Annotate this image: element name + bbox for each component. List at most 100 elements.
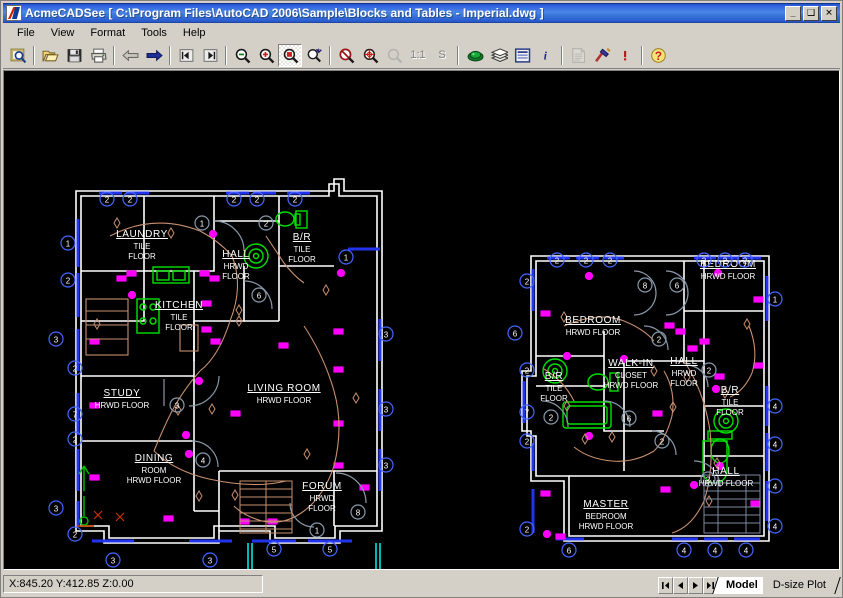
menu-item-help[interactable]: Help — [175, 25, 214, 41]
door-tag: 6 — [669, 277, 685, 293]
alert-icon[interactable] — [614, 44, 638, 67]
scale-s-button: S — [430, 44, 454, 67]
close-button[interactable]: ✕ — [821, 5, 837, 21]
window-tag: 4 — [767, 398, 783, 414]
toolbar-separator — [33, 45, 35, 65]
window-controls: _ ❑ ✕ — [785, 5, 838, 21]
door-tag-number: 6 — [257, 291, 262, 300]
window-tag: 3 — [105, 552, 121, 568]
room-name-label: FORUM — [302, 481, 342, 492]
minimize-button[interactable]: _ — [785, 5, 801, 21]
toolbar-separator — [329, 45, 331, 65]
room-name-label: LIVING ROOM — [247, 383, 320, 394]
room-sub-label: ROOM — [142, 466, 167, 475]
browse-preview-icon-glyph — [10, 48, 26, 63]
room-sub-label: FLOOR — [222, 272, 250, 281]
layers-icon[interactable] — [486, 44, 510, 67]
window-tag-number: 3 — [384, 330, 389, 339]
drawing-viewport[interactable]: LAUNDRY TILE FLOOR HALL HRWD FLOOR B/R TILE FLOO… — [3, 70, 840, 570]
tab-model[interactable]: Model — [712, 576, 773, 594]
door-tag: 8 — [350, 504, 366, 520]
door-tag: 2 — [543, 409, 559, 425]
window-tag-number: 4 — [713, 546, 718, 555]
layout-icon[interactable] — [510, 44, 534, 67]
window-tag-number: 1 — [66, 239, 71, 248]
help-icon-glyph: ? — [650, 47, 666, 62]
room-sub-label: FLOOR — [128, 252, 156, 261]
first-tab-button[interactable] — [658, 576, 674, 594]
save-icon[interactable] — [62, 44, 86, 67]
next-tab-button[interactable] — [688, 576, 704, 594]
room-name-label: STUDY — [104, 388, 141, 399]
door-tag-number: 6 — [627, 414, 632, 423]
room-name-label: WALK-IN — [608, 358, 654, 369]
measure-tool-icon[interactable] — [590, 44, 614, 67]
window-tag: 4 — [767, 518, 783, 534]
room-name-label: B/R — [721, 385, 739, 396]
window-tag-number: 5 — [328, 545, 333, 554]
cursor-coordinates: X:845.20 Y:412.85 Z:0.00 — [3, 575, 263, 593]
window-tag: 6 — [561, 542, 577, 558]
zoom-extents-icon[interactable] — [358, 44, 382, 67]
zoom-window-icon[interactable] — [278, 43, 302, 67]
window-tag: 2 — [519, 362, 535, 378]
plan-annotations — [93, 510, 125, 522]
window-tag-number: 2 — [73, 364, 78, 373]
room-sub-label: TILE — [171, 313, 188, 322]
scale-s-button-label: S — [438, 49, 446, 61]
forward-arrow-icon[interactable] — [142, 44, 166, 67]
door-tag: 6 — [251, 287, 267, 303]
close-glyph: ✕ — [825, 7, 833, 18]
zoom-window-icon-glyph — [283, 48, 298, 63]
room-sub-label: HRWD FLOOR — [257, 396, 312, 405]
window-tag-number: 2 — [608, 256, 613, 265]
window-tag: 5 — [322, 541, 338, 557]
window-tag: 2 — [578, 252, 594, 268]
window-tag-number: 2 — [525, 437, 530, 446]
window-tag-number: 3 — [384, 461, 389, 470]
render-icon[interactable] — [462, 44, 486, 67]
menu-item-format[interactable]: Format — [82, 25, 133, 41]
print-icon[interactable] — [86, 44, 110, 67]
door-tag-number: 1 — [315, 526, 320, 535]
room-name-label: DINING — [135, 453, 174, 464]
window-tag: 2 — [67, 431, 83, 447]
zoom-in-icon[interactable] — [254, 44, 278, 67]
maximize-button[interactable]: ❑ — [803, 5, 819, 21]
browse-preview-icon[interactable] — [6, 44, 30, 67]
window-tag-number: 4 — [744, 546, 749, 555]
window-tag: 1 — [338, 249, 354, 265]
window-tag-number: 2 — [723, 256, 728, 265]
back-arrow-icon[interactable] — [118, 44, 142, 67]
room-sub-label: TILE — [134, 242, 151, 251]
room-sub-label: FLOOR — [308, 504, 336, 513]
menu-item-file[interactable]: File — [9, 25, 43, 41]
help-icon[interactable]: ? — [646, 44, 670, 67]
tab-d-size-plot[interactable]: D-size Plot — [762, 576, 841, 594]
previous-drawing-icon[interactable] — [174, 44, 198, 67]
zoom-previous-icon[interactable] — [334, 44, 358, 67]
room-sub-label: HRWD — [672, 369, 697, 378]
cad-drawing-canvas[interactable]: LAUNDRY TILE FLOOR HALL HRWD FLOOR B/R TILE FLOO… — [4, 71, 839, 569]
room-name-label: LAUNDRY — [116, 229, 168, 240]
title-bar: AcmeCADSee [ C:\Program Files\AutoCAD 20… — [3, 3, 840, 23]
zoom-out-icon[interactable] — [230, 44, 254, 67]
pan-icon[interactable] — [302, 44, 326, 67]
room-name-label: HALL — [712, 466, 739, 477]
window-tag-number: 2 — [293, 195, 298, 204]
window-tag: 3 — [48, 331, 64, 347]
window-tag: 2 — [60, 272, 76, 288]
measure-tool-icon-glyph — [594, 47, 611, 62]
open-file-icon[interactable] — [38, 44, 62, 67]
maximize-glyph: ❑ — [806, 7, 816, 18]
menu-item-tools[interactable]: Tools — [133, 25, 175, 41]
room-sub-label: TILE — [546, 384, 563, 393]
room-sub-label: HRWD FLOOR — [95, 401, 150, 410]
menu-item-view[interactable]: View — [43, 25, 83, 41]
previous-tab-button[interactable] — [673, 576, 689, 594]
status-spacer — [263, 575, 658, 593]
window-tag: 1 — [60, 235, 76, 251]
window-tag: 4 — [738, 542, 754, 558]
info-icon[interactable]: i — [534, 44, 558, 67]
next-drawing-icon[interactable] — [198, 44, 222, 67]
